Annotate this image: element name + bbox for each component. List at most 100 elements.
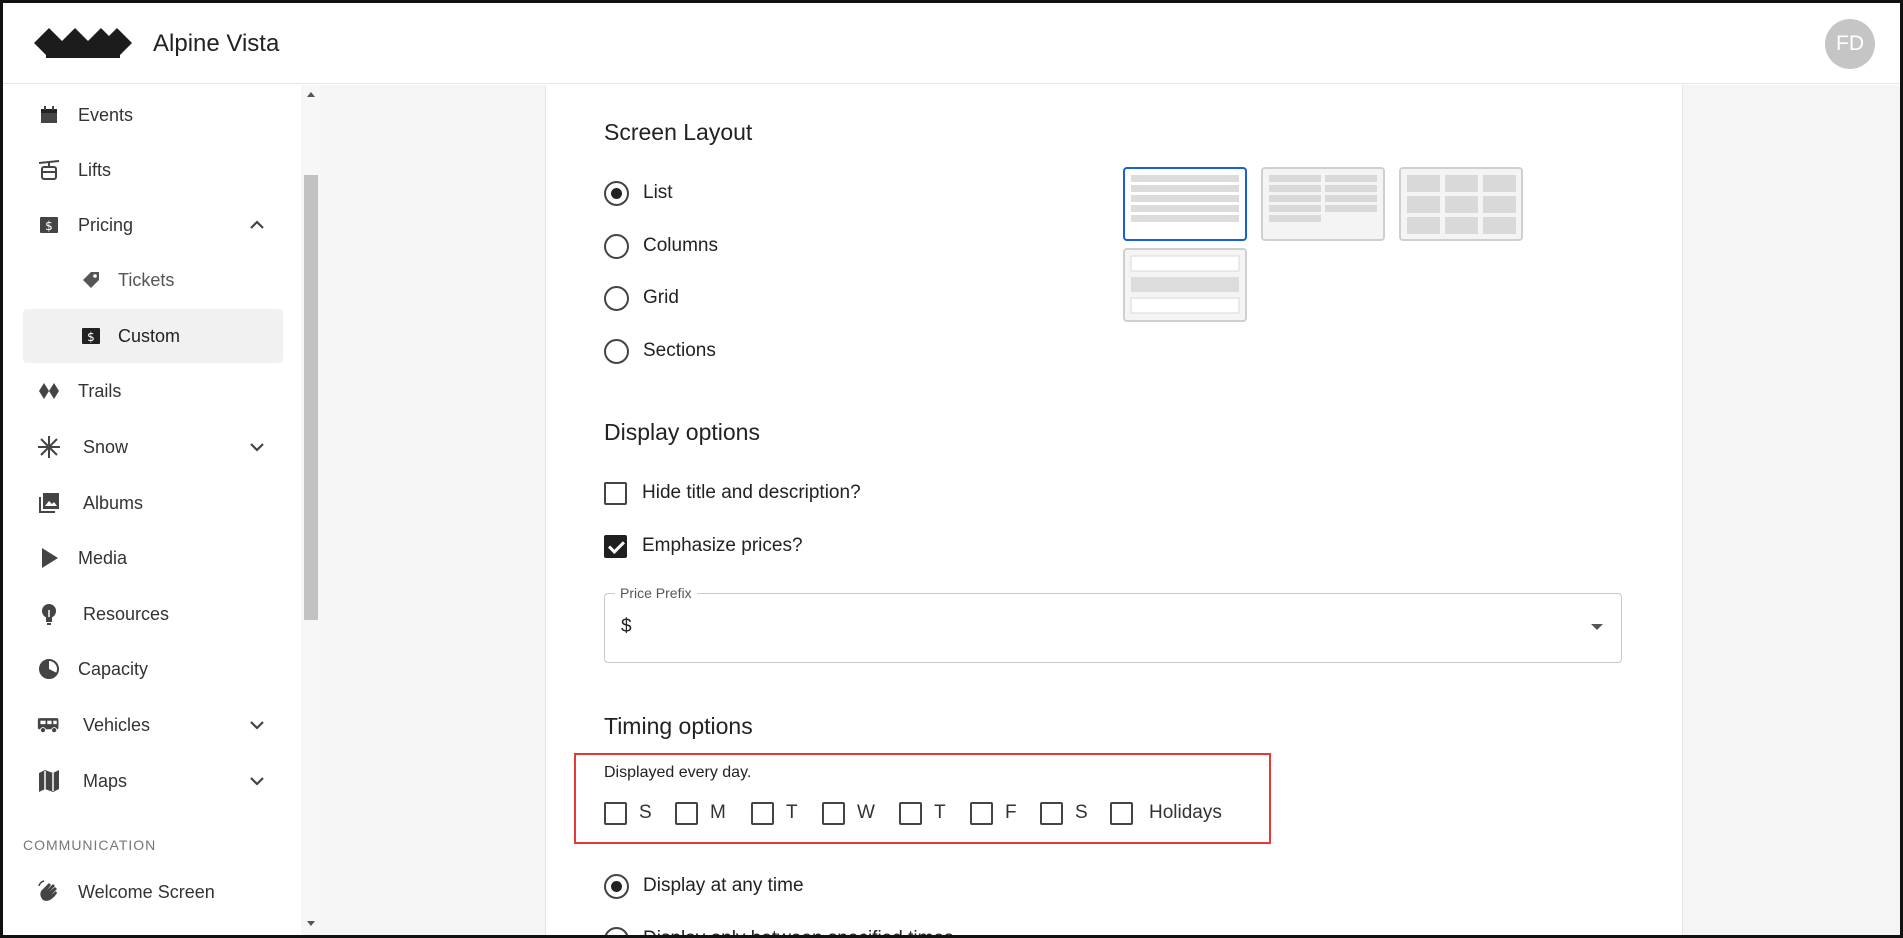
day-checkbox-tuesday[interactable]: T: [751, 800, 798, 826]
checkbox[interactable]: [1110, 801, 1133, 825]
layout-thumbnail-columns[interactable]: [1261, 167, 1385, 241]
sidebar-item-label: Lifts: [78, 159, 112, 180]
map-icon: [37, 769, 61, 793]
sidebar-item-resources[interactable]: Resources: [23, 587, 283, 641]
top-bar: Alpine Vista FD: [0, 0, 1903, 84]
day-label: W: [857, 802, 875, 823]
day-checkbox-saturday[interactable]: S: [1040, 800, 1088, 826]
sidebar-item-label: Tickets: [118, 269, 175, 290]
sidebar-item-label: Vehicles: [83, 714, 151, 735]
app-title: Alpine Vista: [153, 30, 280, 57]
alpine-vista-logo[interactable]: [34, 26, 132, 60]
sidebar-item-label: Maps: [83, 770, 128, 791]
sidebar-item-label: Pricing: [78, 214, 134, 235]
scroll-up-arrow-icon[interactable]: [306, 90, 316, 100]
sidebar-item-label: Trails: [78, 380, 122, 401]
sidebar-item-events[interactable]: Events: [23, 88, 283, 142]
day-checkbox-holidays[interactable]: Holidays: [1110, 800, 1222, 826]
radio-label: Display at any time: [643, 875, 804, 896]
chevron-down-icon[interactable]: [247, 771, 267, 791]
photo-library-icon: [37, 491, 61, 515]
list-layout-preview: [1131, 175, 1239, 222]
price-prefix-label: Price Prefix: [615, 585, 697, 601]
play-icon: [37, 546, 61, 570]
chevron-up-icon[interactable]: [247, 215, 267, 235]
sidebar: Events Lifts $ Pricing Tickets $ Custom …: [3, 85, 301, 935]
chevron-down-icon[interactable]: [247, 437, 267, 457]
radio-button[interactable]: [604, 180, 629, 206]
columns-layout-preview: [1269, 175, 1377, 222]
sidebar-item-label: Events: [78, 104, 134, 125]
hide-title-checkbox-row[interactable]: Hide title and description?: [604, 480, 861, 506]
sidebar-item-pricing[interactable]: $ Pricing: [23, 198, 283, 252]
checkbox[interactable]: [751, 801, 774, 825]
user-avatar[interactable]: FD: [1825, 19, 1875, 69]
layout-option-columns[interactable]: Columns: [604, 233, 718, 259]
sidebar-item-albums[interactable]: Albums: [23, 476, 283, 530]
sidebar-item-media[interactable]: Media: [23, 531, 283, 585]
display-between-times-option[interactable]: Display only between specified times: [604, 926, 954, 938]
scroll-down-arrow-icon[interactable]: [306, 918, 316, 928]
checkbox[interactable]: [899, 801, 922, 825]
wave-hand-icon: [37, 880, 61, 904]
day-checkbox-wednesday[interactable]: W: [822, 800, 875, 826]
day-label: T: [786, 802, 798, 823]
radio-label: List: [643, 182, 673, 203]
layout-option-sections[interactable]: Sections: [604, 338, 716, 364]
sidebar-item-label: Welcome Screen: [78, 881, 215, 902]
day-label: S: [639, 802, 652, 823]
layout-option-grid[interactable]: Grid: [604, 285, 679, 311]
sidebar-item-vehicles[interactable]: Vehicles: [23, 698, 283, 752]
sidebar-item-lifts[interactable]: Lifts: [23, 143, 283, 197]
scrollbar-thumb[interactable]: [304, 175, 318, 620]
checkbox[interactable]: [822, 801, 845, 825]
radio-button[interactable]: [604, 338, 629, 364]
sidebar-item-snow[interactable]: Snow: [23, 420, 283, 474]
checkbox[interactable]: [970, 801, 993, 825]
dollar-icon: $: [37, 213, 61, 237]
sidebar-scrollbar[interactable]: [301, 85, 321, 935]
dropdown-caret-icon[interactable]: [1591, 624, 1603, 630]
checkbox[interactable]: [604, 801, 627, 825]
layout-thumbnail-grid[interactable]: [1399, 167, 1523, 241]
sidebar-item-custom[interactable]: $ Custom: [23, 309, 283, 363]
layout-thumbnail-sections[interactable]: [1123, 248, 1247, 322]
radio-label: Display only between specified times: [643, 928, 954, 938]
dollar-icon: $: [79, 324, 103, 348]
sidebar-item-tickets[interactable]: Tickets: [23, 253, 283, 307]
price-prefix-value: $: [621, 616, 632, 637]
sidebar-item-welcome-screen[interactable]: Welcome Screen: [23, 865, 283, 919]
chevron-down-icon[interactable]: [247, 715, 267, 735]
radio-button[interactable]: [604, 285, 629, 311]
sidebar-item-maps[interactable]: Maps: [23, 754, 283, 808]
checkbox[interactable]: [1040, 801, 1063, 825]
sidebar-item-label: Resources: [83, 603, 170, 624]
capacity-gauge-icon: [37, 657, 61, 681]
section-heading-communication: COMMUNICATION: [23, 837, 157, 853]
day-checkbox-monday[interactable]: M: [675, 800, 726, 826]
day-label: Holidays: [1149, 802, 1222, 823]
gondola-icon: [37, 158, 61, 182]
day-checkbox-thursday[interactable]: T: [899, 800, 946, 826]
display-any-time-option[interactable]: Display at any time: [604, 873, 804, 899]
emphasize-prices-checkbox-row[interactable]: Emphasize prices?: [604, 533, 803, 559]
layout-option-list[interactable]: List: [604, 180, 673, 206]
day-checkbox-sunday[interactable]: S: [604, 800, 652, 826]
hide-title-checkbox[interactable]: [604, 481, 627, 505]
price-prefix-select[interactable]: Price Prefix $: [604, 585, 1622, 663]
layout-thumbnail-list[interactable]: [1123, 167, 1247, 241]
bus-icon: [37, 713, 61, 737]
checkbox-label: Hide title and description?: [642, 482, 861, 503]
radio-button[interactable]: [604, 873, 629, 899]
emphasize-prices-checkbox[interactable]: [604, 534, 627, 558]
day-label: F: [1005, 802, 1017, 823]
sidebar-item-label: Snow: [83, 436, 129, 457]
grid-layout-preview: [1407, 175, 1516, 234]
sidebar-item-capacity[interactable]: Capacity: [23, 642, 283, 696]
radio-button[interactable]: [604, 926, 629, 938]
checkbox[interactable]: [675, 801, 698, 825]
day-checkbox-friday[interactable]: F: [970, 800, 1017, 826]
day-label: S: [1075, 802, 1088, 823]
radio-button[interactable]: [604, 233, 629, 259]
sidebar-item-trails[interactable]: Trails: [23, 364, 283, 418]
